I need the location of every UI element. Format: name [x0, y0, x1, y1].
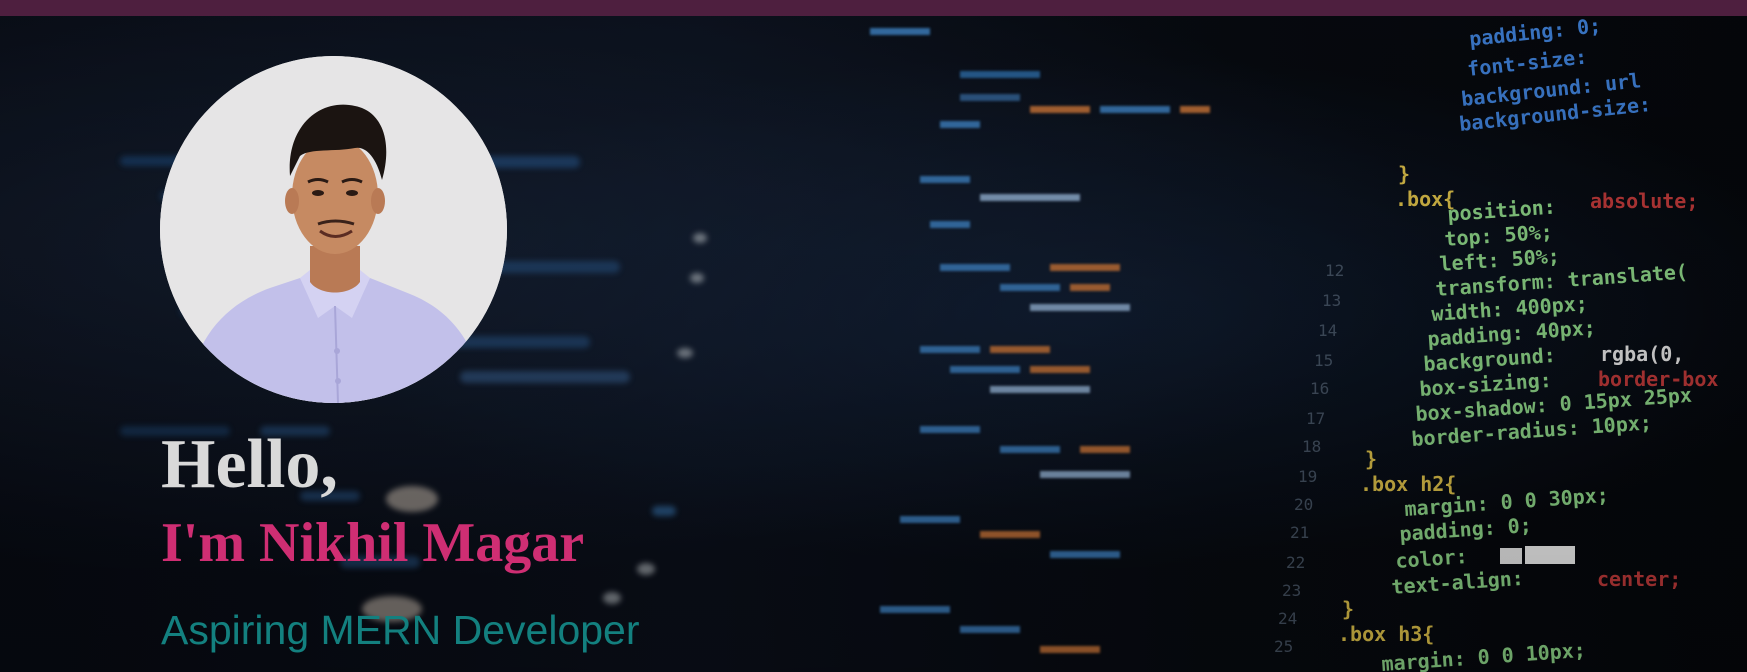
profile-avatar [160, 56, 507, 403]
top-nav-bar [0, 0, 1747, 16]
svg-text:.box h3{: .box h3{ [1338, 622, 1434, 646]
svg-text:12: 12 [1325, 261, 1344, 280]
svg-text:14: 14 [1318, 321, 1337, 340]
svg-text:}: } [1342, 597, 1354, 621]
svg-text:13: 13 [1322, 291, 1341, 310]
svg-text:24: 24 [1278, 609, 1297, 628]
svg-text:25: 25 [1274, 637, 1293, 656]
hero-role: Aspiring MERN Developer [161, 607, 640, 653]
svg-text:color:: color: [1395, 544, 1469, 573]
hero-name: I'm Nikhil Magar [161, 512, 585, 574]
svg-text:rgba(0,: rgba(0, [1600, 342, 1684, 366]
svg-text:23: 23 [1282, 581, 1301, 600]
svg-text:16: 16 [1310, 379, 1329, 398]
svg-text:19: 19 [1298, 467, 1317, 486]
svg-text:}: } [1398, 162, 1410, 186]
svg-text:22: 22 [1286, 553, 1305, 572]
svg-text:20: 20 [1294, 495, 1313, 514]
svg-text:21: 21 [1290, 523, 1309, 542]
svg-text:center;: center; [1597, 567, 1681, 591]
hero-greeting: Hello, [161, 426, 338, 503]
svg-text:absolute;: absolute; [1590, 189, 1698, 213]
svg-text:17: 17 [1306, 409, 1325, 428]
svg-text:15: 15 [1314, 351, 1333, 370]
svg-text:18: 18 [1302, 437, 1321, 456]
svg-text:.box h2{: .box h2{ [1360, 472, 1456, 496]
svg-text:}: } [1365, 447, 1377, 471]
